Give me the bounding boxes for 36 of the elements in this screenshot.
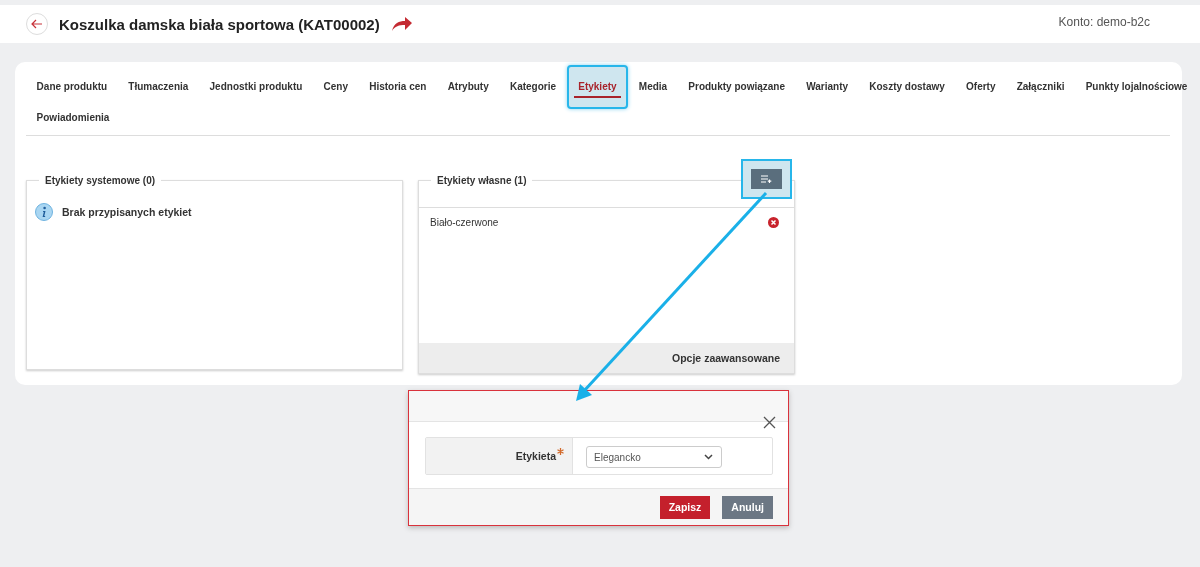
tab[interactable]: Warianty (795, 71, 859, 102)
product-title: Koszulka damska biała sportowa (KAT00002) (59, 15, 380, 33)
panel-title: Etykiety własne (1) (431, 175, 533, 186)
tab[interactable]: Powiadomienia (26, 102, 120, 133)
add-list-icon (761, 175, 772, 183)
forward-arrow-icon[interactable] (390, 16, 413, 32)
tab[interactable]: Punkty lojalnościowe (1075, 71, 1198, 102)
tab[interactable]: Ceny (312, 71, 359, 102)
close-icon (763, 416, 776, 429)
field-label: Etykieta (515, 450, 556, 462)
tab[interactable]: Produkty powiązane (677, 71, 796, 102)
back-arrow-icon (31, 19, 43, 29)
back-button[interactable] (26, 13, 48, 35)
save-button[interactable]: Zapisz (659, 495, 711, 519)
tab[interactable]: Media (628, 71, 678, 102)
label-name: Biało-czerwone (430, 217, 499, 228)
tab[interactable]: Kategorie (499, 71, 567, 102)
remove-icon[interactable] (768, 217, 779, 228)
cancel-button[interactable]: Anuluj (722, 495, 773, 519)
close-button[interactable] (763, 416, 776, 429)
advanced-options-bar[interactable]: Opcje zaawansowane (419, 343, 794, 373)
label-select[interactable]: Elegancko (586, 446, 722, 468)
tab[interactable]: Atrybuty (437, 71, 500, 102)
tab[interactable]: Koszty dostawy (858, 71, 956, 102)
info-icon (35, 203, 53, 221)
tab[interactable]: Tłumaczenia (117, 71, 199, 102)
tab[interactable]: Etykiety (566, 64, 629, 109)
tab[interactable]: Dane produktu (26, 71, 118, 102)
tab[interactable]: Załączniki (1006, 71, 1076, 102)
tab[interactable]: Jednostki produktu (198, 71, 313, 102)
panel-title: Etykiety systemowe (0) (39, 175, 162, 186)
tab[interactable]: Oferty (955, 71, 1007, 102)
account-label: Konto: demo-b2c (1058, 15, 1150, 29)
chevron-down-icon (704, 454, 713, 460)
tab[interactable]: Historia cen (358, 71, 438, 102)
empty-message: Brak przypisanych etykiet (62, 206, 192, 218)
